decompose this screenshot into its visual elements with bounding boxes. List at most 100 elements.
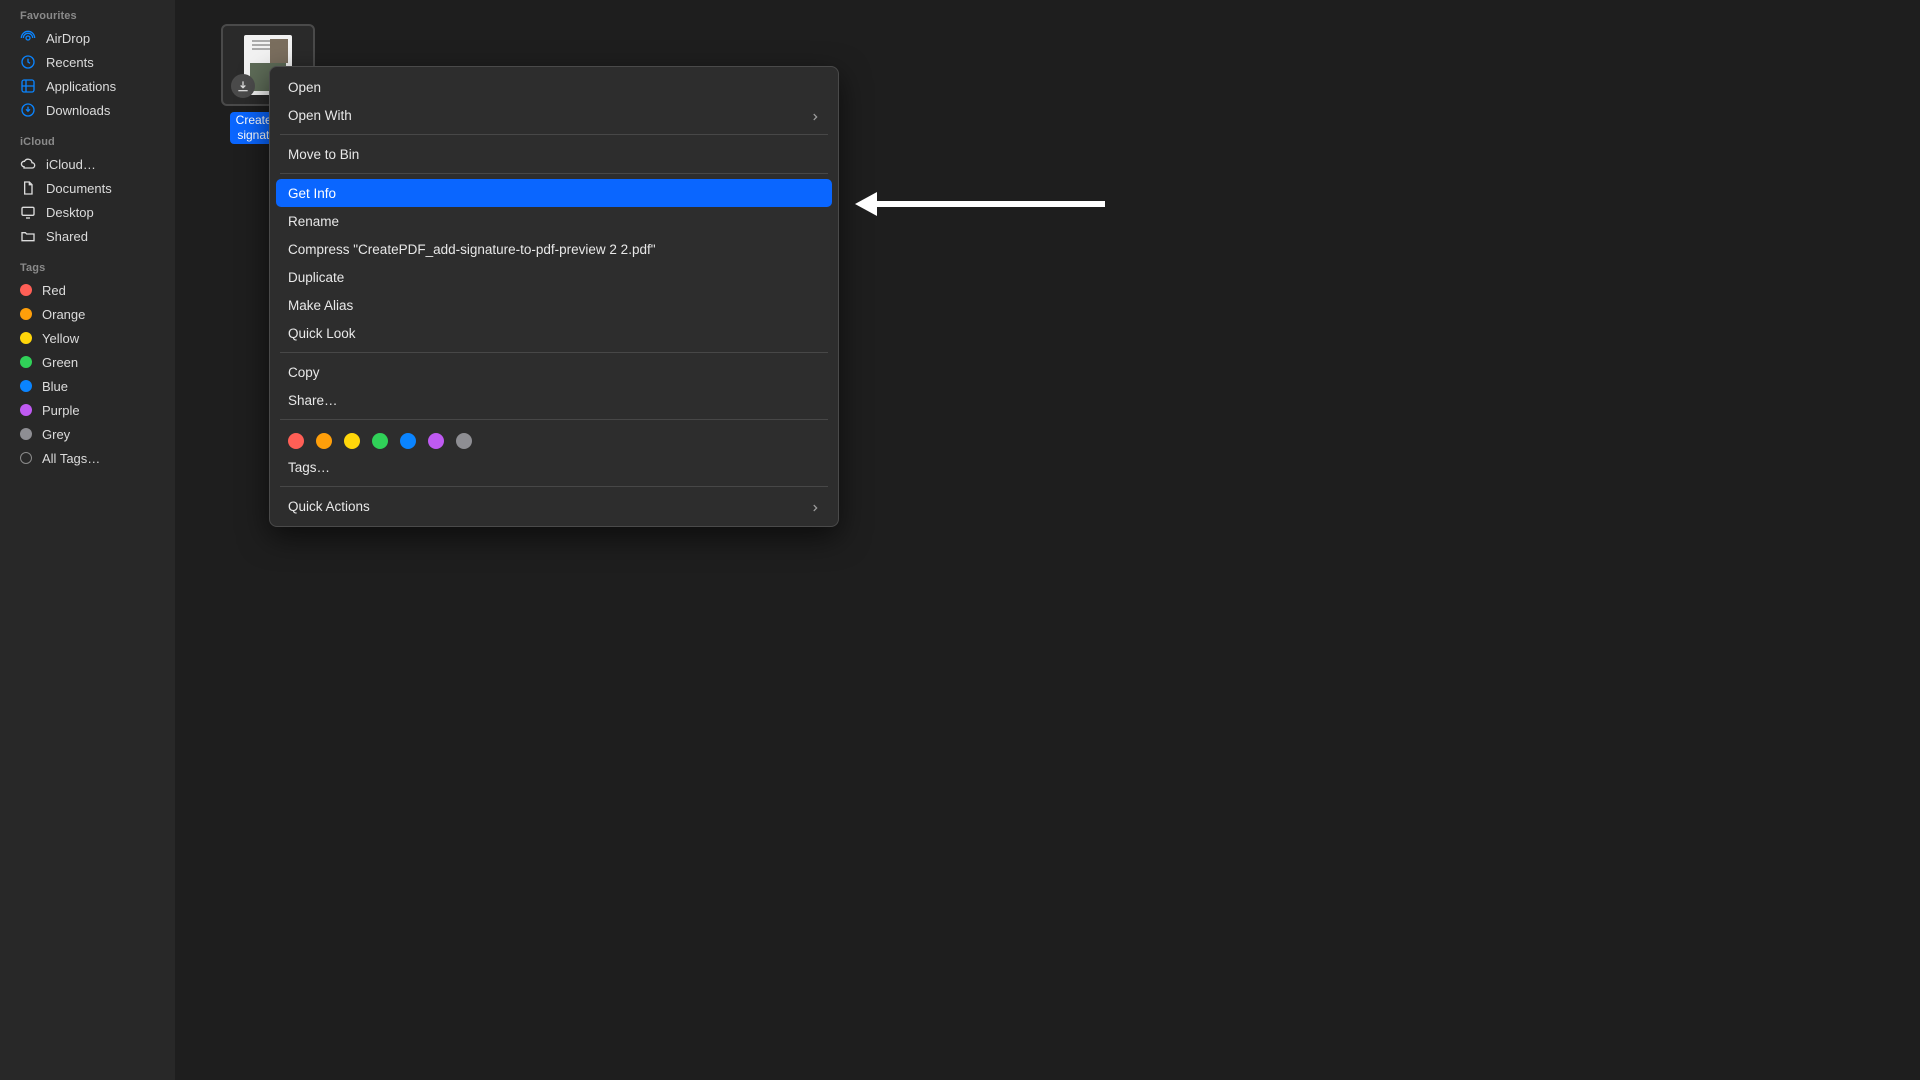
sidebar-tag-purple[interactable]: Purple [0,398,175,422]
ctx-label: Share… [288,393,338,408]
clock-icon [20,54,36,70]
ctx-label: Quick Look [288,326,356,341]
sidebar-item-label: Green [42,355,78,370]
sidebar-item-label: Purple [42,403,80,418]
sidebar-section-favourites: Favourites AirDrop Recents Applications [0,10,175,122]
sidebar-section-title-favourites: Favourites [0,10,175,26]
sidebar-item-label: iCloud… [46,157,96,172]
sidebar-item-recents[interactable]: Recents [0,50,175,74]
tag-dot-icon [20,308,32,320]
ctx-make-alias[interactable]: Make Alias [276,291,832,319]
sidebar-item-label: Orange [42,307,85,322]
ctx-quick-look[interactable]: Quick Look [276,319,832,347]
ctx-label: Tags… [288,460,330,475]
ctx-label: Open [288,80,321,95]
arrow-shaft-icon [875,201,1105,207]
ctx-tags-row [276,425,832,453]
ctx-open[interactable]: Open [276,73,832,101]
tag-dot-icon [20,404,32,416]
sidebar-item-label: Grey [42,427,70,442]
sidebar-section-icloud: iCloud iCloud… Documents Desktop [0,136,175,248]
finder-content: CreatePD… signature… Open Open With Move… [175,0,1920,1080]
cloud-download-icon [231,74,255,98]
sidebar-item-label: Desktop [46,205,94,220]
ctx-compress[interactable]: Compress "CreatePDF_add-signature-to-pdf… [276,235,832,263]
arrow-head-icon [855,192,877,216]
ctx-label: Duplicate [288,270,344,285]
ctx-tags[interactable]: Tags… [276,453,832,481]
all-tags-icon [20,452,32,464]
sidebar-tag-orange[interactable]: Orange [0,302,175,326]
sidebar-item-desktop[interactable]: Desktop [0,200,175,224]
tag-dot-icon [20,332,32,344]
ctx-separator [280,419,828,420]
sidebar-item-label: Shared [46,229,88,244]
sidebar-item-icloud-drive[interactable]: iCloud… [0,152,175,176]
chevron-right-icon [810,501,820,511]
ctx-tag-blue[interactable] [400,433,416,449]
sidebar-section-tags: Tags Red Orange Yellow Green Blue [0,262,175,470]
ctx-tag-yellow[interactable] [344,433,360,449]
ctx-separator [280,486,828,487]
ctx-label: Get Info [288,186,336,201]
ctx-duplicate[interactable]: Duplicate [276,263,832,291]
ctx-separator [280,352,828,353]
document-icon [20,180,36,196]
chevron-right-icon [810,110,820,120]
download-icon [20,102,36,118]
sidebar-tag-blue[interactable]: Blue [0,374,175,398]
cloud-icon [20,156,36,172]
ctx-tag-grey[interactable] [456,433,472,449]
sidebar-all-tags[interactable]: All Tags… [0,446,175,470]
ctx-open-with[interactable]: Open With [276,101,832,129]
tag-dot-icon [20,428,32,440]
ctx-get-info[interactable]: Get Info [276,179,832,207]
sidebar-item-label: AirDrop [46,31,90,46]
sidebar-item-label: Downloads [46,103,110,118]
desktop-icon [20,204,36,220]
sidebar: Favourites AirDrop Recents Applications [0,0,175,1080]
tag-dot-icon [20,284,32,296]
ctx-separator [280,173,828,174]
sidebar-item-applications[interactable]: Applications [0,74,175,98]
finder-window: Favourites AirDrop Recents Applications [0,0,1920,1080]
tag-dot-icon [20,356,32,368]
sidebar-item-downloads[interactable]: Downloads [0,98,175,122]
applications-icon [20,78,36,94]
ctx-share[interactable]: Share… [276,386,832,414]
sidebar-section-title-tags: Tags [0,262,175,278]
sidebar-item-shared[interactable]: Shared [0,224,175,248]
ctx-rename[interactable]: Rename [276,207,832,235]
sidebar-tag-grey[interactable]: Grey [0,422,175,446]
sidebar-tag-yellow[interactable]: Yellow [0,326,175,350]
sidebar-tag-red[interactable]: Red [0,278,175,302]
sidebar-item-documents[interactable]: Documents [0,176,175,200]
context-menu: Open Open With Move to Bin Get Info Rena… [269,66,839,527]
ctx-quick-actions[interactable]: Quick Actions [276,492,832,520]
sidebar-item-label: Applications [46,79,116,94]
tag-dot-icon [20,380,32,392]
ctx-label: Copy [288,365,320,380]
sidebar-item-label: Red [42,283,66,298]
sidebar-item-airdrop[interactable]: AirDrop [0,26,175,50]
folder-icon [20,228,36,244]
ctx-label: Compress "CreatePDF_add-signature-to-pdf… [288,242,656,257]
sidebar-item-label: Blue [42,379,68,394]
ctx-label: Quick Actions [288,499,370,514]
ctx-separator [280,134,828,135]
ctx-move-to-bin[interactable]: Move to Bin [276,140,832,168]
ctx-label: Open With [288,108,352,123]
ctx-label: Move to Bin [288,147,359,162]
annotation-arrow [855,192,1105,216]
ctx-tag-orange[interactable] [316,433,332,449]
sidebar-item-label: Recents [46,55,94,70]
ctx-label: Make Alias [288,298,353,313]
airdrop-icon [20,30,36,46]
sidebar-tag-green[interactable]: Green [0,350,175,374]
sidebar-item-label: Documents [46,181,112,196]
sidebar-item-label: Yellow [42,331,79,346]
ctx-tag-green[interactable] [372,433,388,449]
ctx-tag-purple[interactable] [428,433,444,449]
ctx-tag-red[interactable] [288,433,304,449]
ctx-copy[interactable]: Copy [276,358,832,386]
